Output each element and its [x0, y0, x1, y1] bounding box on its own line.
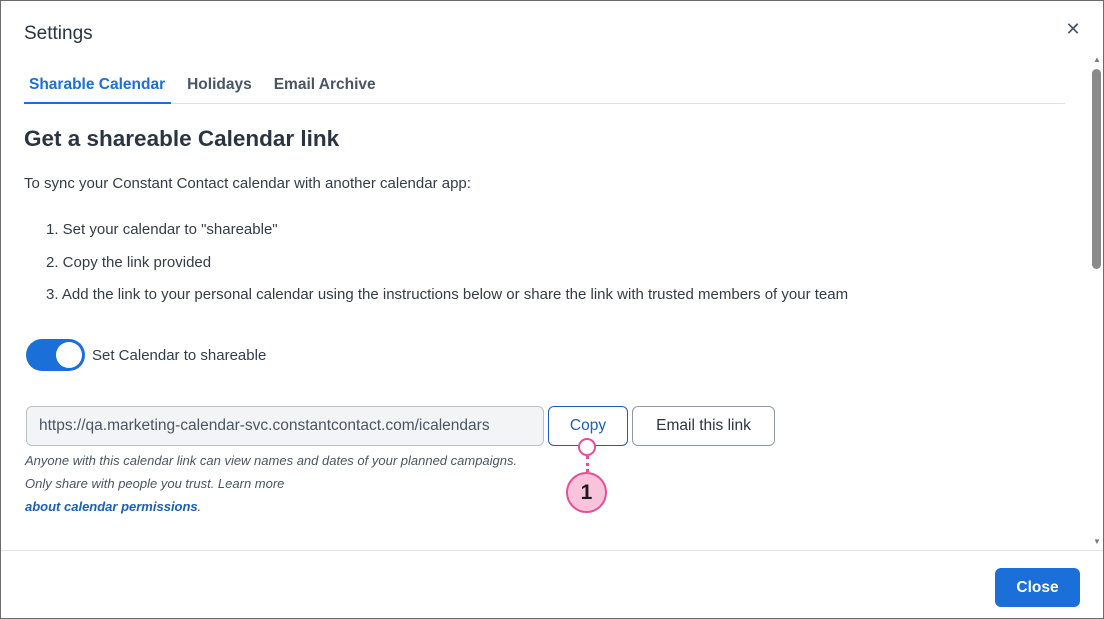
list-item: 3. Add the link to your personal calenda…: [46, 286, 849, 303]
tab-email-archive[interactable]: Email Archive: [268, 71, 382, 104]
vertical-scrollbar[interactable]: ▲ ▼: [1090, 55, 1104, 551]
calendar-permissions-link[interactable]: about calendar permissions: [25, 499, 198, 514]
settings-dialog: Settings ✕ Sharable Calendar Holidays Em…: [0, 0, 1104, 619]
scroll-thumb[interactable]: [1092, 69, 1101, 269]
scroll-up-icon[interactable]: ▲: [1092, 55, 1102, 65]
toggle-label: Set Calendar to shareable: [92, 346, 267, 364]
link-row: Copy Email this link: [26, 406, 775, 446]
dialog-footer: Close: [1, 550, 1103, 618]
dialog-title: Settings: [24, 23, 93, 44]
email-link-button[interactable]: Email this link: [632, 406, 775, 446]
annotation-target-ring: [578, 438, 596, 456]
annotation-connector: [586, 456, 589, 472]
intro-text: To sync your Constant Contact calendar w…: [24, 175, 471, 192]
steps-list: 1. Set your calendar to "shareable" 2. C…: [46, 221, 848, 319]
list-item: 2. Copy the link provided: [46, 253, 212, 271]
close-button[interactable]: Close: [995, 568, 1080, 607]
annotation-marker: 1: [566, 472, 607, 513]
list-item: 1. Set your calendar to "shareable": [46, 221, 278, 238]
tab-sharable-calendar[interactable]: Sharable Calendar: [24, 71, 172, 104]
shareable-toggle[interactable]: [26, 339, 85, 371]
helper-text-end: .: [197, 499, 202, 514]
scroll-down-icon[interactable]: ▼: [1092, 537, 1102, 547]
helper-text: Anyone with this calendar link can view …: [25, 449, 525, 518]
toggle-knob: [56, 342, 82, 368]
tab-bar: Sharable Calendar Holidays Email Archive: [24, 71, 1065, 104]
close-icon[interactable]: ✕: [1062, 18, 1084, 40]
tab-holidays[interactable]: Holidays: [181, 71, 258, 104]
shareable-toggle-row: Set Calendar to shareable: [26, 339, 266, 371]
calendar-link-field[interactable]: [26, 406, 544, 446]
helper-text-body: Anyone with this calendar link can view …: [25, 453, 518, 491]
section-heading: Get a shareable Calendar link: [24, 126, 340, 151]
